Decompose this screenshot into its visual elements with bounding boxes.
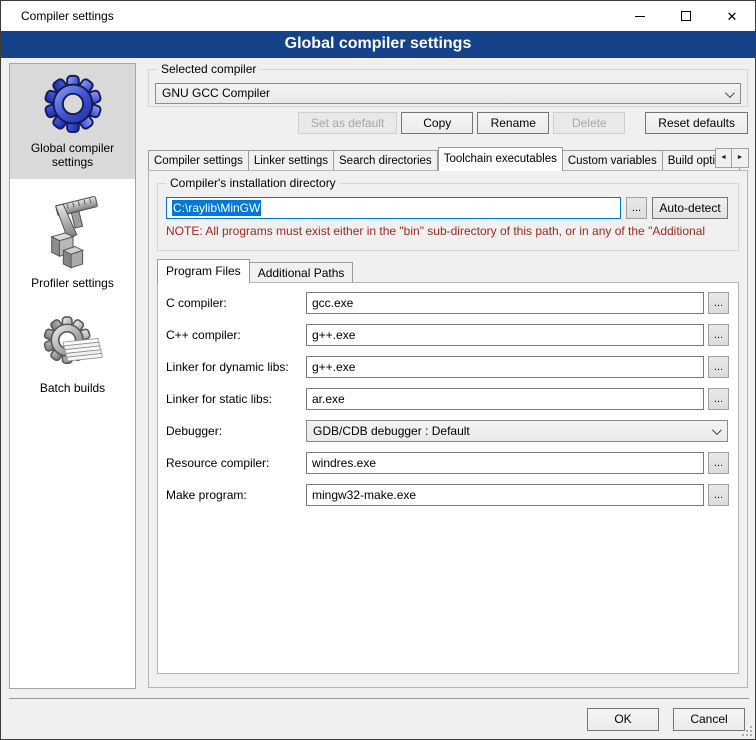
window-title: Compiler settings [1, 9, 114, 23]
cpp-compiler-browse-button[interactable]: ... [708, 324, 729, 346]
static-linker-browse-button[interactable]: ... [708, 388, 729, 410]
static-linker-input[interactable]: ar.exe [306, 388, 704, 410]
title-bar: Compiler settings ✕ [1, 1, 755, 31]
minimize-button[interactable] [617, 1, 663, 31]
debugger-label: Debugger: [166, 420, 304, 442]
debugger-row: Debugger: GDB/CDB debugger : Default [166, 420, 728, 442]
resource-compiler-row: Resource compiler: windres.exe ... [166, 452, 728, 474]
browse-directory-button[interactable]: ... [626, 197, 647, 219]
cpp-compiler-label: C++ compiler: [166, 324, 304, 346]
debugger-dropdown[interactable]: GDB/CDB debugger : Default [306, 420, 728, 442]
dynamic-linker-row: Linker for dynamic libs: g++.exe ... [166, 356, 728, 378]
toolchain-executables-panel: Compiler's installation directory C:\ray… [148, 170, 748, 688]
tab-scroll-controls: ◄ ► [715, 148, 749, 168]
tab-program-files[interactable]: Program Files [157, 259, 250, 283]
tab-scroll-right-icon[interactable]: ► [732, 148, 749, 168]
gray-gear-stack-icon [42, 313, 104, 375]
dynamic-linker-input[interactable]: g++.exe [306, 356, 704, 378]
compiler-settings-dialog: Compiler settings ✕ Global compiler sett… [0, 0, 756, 740]
maximize-icon [681, 11, 691, 21]
maximize-button[interactable] [663, 1, 709, 31]
tab-search-directories[interactable]: Search directories [334, 150, 438, 171]
tab-linker-settings[interactable]: Linker settings [249, 150, 334, 171]
c-compiler-row: C compiler: gcc.exe ... [166, 292, 728, 314]
c-compiler-label: C compiler: [166, 292, 304, 314]
sidebar-item-batch-builds[interactable]: Batch builds [10, 306, 135, 405]
close-icon: ✕ [727, 10, 738, 23]
copy-button[interactable]: Copy [401, 112, 473, 134]
window-controls: ✕ [617, 1, 755, 31]
static-linker-label: Linker for static libs: [166, 388, 304, 410]
chevron-down-icon [712, 425, 722, 435]
resize-grip[interactable] [741, 725, 752, 736]
resource-compiler-browse-button[interactable]: ... [708, 452, 729, 474]
c-compiler-input[interactable]: gcc.exe [306, 292, 704, 314]
program-files-tab-strip: Program Files Additional Paths [157, 259, 739, 283]
tab-custom-variables[interactable]: Custom variables [563, 150, 663, 171]
make-program-browse-button[interactable]: ... [708, 484, 729, 506]
settings-tab-strip: Compiler settings Linker settings Search… [148, 147, 749, 171]
installation-directory-group: Compiler's installation directory C:\ray… [157, 183, 739, 251]
caliper-icon [42, 192, 104, 270]
reset-defaults-button[interactable]: Reset defaults [645, 112, 748, 134]
footer-divider [9, 698, 749, 699]
selected-compiler-group-label: Selected compiler [157, 62, 260, 76]
bin-subdirectory-note: NOTE: All programs must exist either in … [166, 224, 736, 238]
make-program-input[interactable]: mingw32-make.exe [306, 484, 704, 506]
static-linker-row: Linker for static libs: ar.exe ... [166, 388, 728, 410]
make-program-row: Make program: mingw32-make.exe ... [166, 484, 728, 506]
installation-directory-group-label: Compiler's installation directory [166, 176, 340, 190]
settings-category-sidebar: Global compiler settings [9, 63, 136, 689]
make-program-label: Make program: [166, 484, 304, 506]
compiler-select-dropdown[interactable]: GNU GCC Compiler [155, 83, 741, 104]
tab-compiler-settings[interactable]: Compiler settings [148, 150, 249, 171]
resource-compiler-input[interactable]: windres.exe [306, 452, 704, 474]
blue-gear-icon [42, 71, 104, 135]
c-compiler-browse-button[interactable]: ... [708, 292, 729, 314]
page-title: Global compiler settings [1, 31, 755, 58]
compiler-actions: Set as default Copy Rename Delete Reset … [148, 112, 748, 134]
cpp-compiler-row: C++ compiler: g++.exe ... [166, 324, 728, 346]
ok-button[interactable]: OK [587, 708, 659, 731]
program-files-panel: C compiler: gcc.exe ... C++ compiler: g+… [157, 282, 739, 674]
dynamic-linker-label: Linker for dynamic libs: [166, 356, 304, 378]
tab-additional-paths[interactable]: Additional Paths [250, 262, 354, 283]
compiler-select-value: GNU GCC Compiler [162, 86, 270, 100]
selected-compiler-group: Selected compiler GNU GCC Compiler [148, 69, 748, 107]
selected-text: C:\raylib\MinGW [172, 200, 261, 216]
chevron-down-icon [725, 88, 735, 98]
tab-toolchain-executables[interactable]: Toolchain executables [438, 147, 563, 171]
installation-directory-input[interactable]: C:\raylib\MinGW [166, 197, 621, 219]
rename-button[interactable]: Rename [477, 112, 549, 134]
cpp-compiler-input[interactable]: g++.exe [306, 324, 704, 346]
tab-scroll-left-icon[interactable]: ◄ [715, 148, 732, 168]
delete-button: Delete [553, 112, 625, 134]
sidebar-item-label: Global compiler settings [14, 141, 131, 169]
close-button[interactable]: ✕ [709, 1, 755, 31]
installation-directory-row: C:\raylib\MinGW ... Auto-detect [166, 197, 730, 219]
sidebar-item-global-compiler-settings[interactable]: Global compiler settings [10, 64, 135, 179]
sidebar-item-label: Batch builds [14, 381, 131, 395]
set-as-default-button: Set as default [298, 112, 397, 134]
auto-detect-button[interactable]: Auto-detect [652, 197, 728, 219]
debugger-value: GDB/CDB debugger : Default [313, 424, 470, 438]
sidebar-item-label: Profiler settings [14, 276, 131, 290]
dynamic-linker-browse-button[interactable]: ... [708, 356, 729, 378]
cancel-button[interactable]: Cancel [673, 708, 745, 731]
resource-compiler-label: Resource compiler: [166, 452, 304, 474]
minimize-icon [635, 16, 645, 17]
sidebar-item-profiler-settings[interactable]: Profiler settings [10, 185, 135, 300]
